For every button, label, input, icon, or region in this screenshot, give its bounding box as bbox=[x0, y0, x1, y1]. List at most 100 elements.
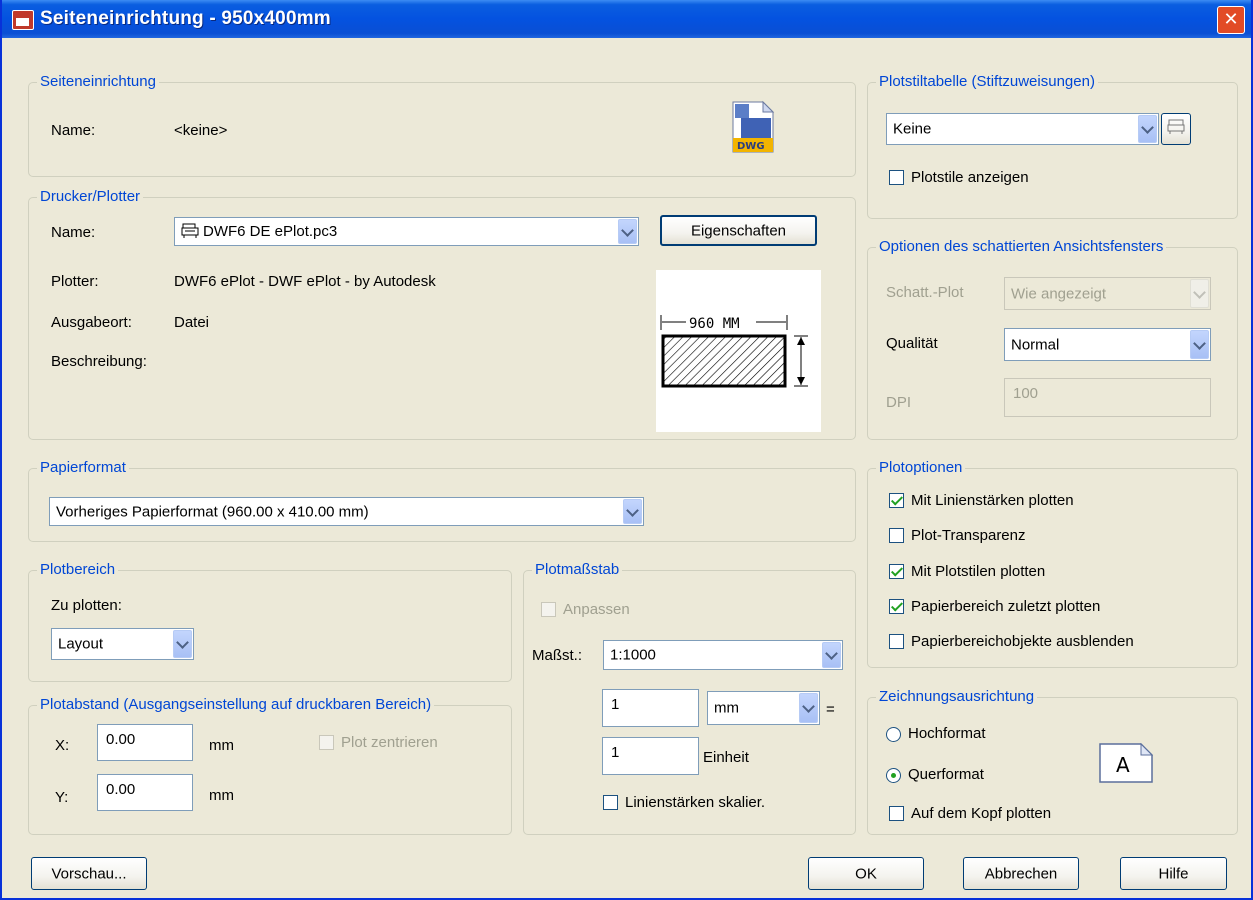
upside-down-label: Auf dem Kopf plotten bbox=[911, 805, 1052, 822]
paper-size-select[interactable]: Vorheriges Papierformat (960.00 x 410.00… bbox=[49, 497, 644, 526]
unit-label: Einheit bbox=[703, 749, 749, 766]
plotter-label: Plotter: bbox=[51, 273, 99, 290]
upside-down-checkbox[interactable] bbox=[889, 806, 904, 821]
close-button[interactable]: ✕ bbox=[1217, 6, 1245, 34]
group-plotbereich: Plotbereich Zu plotten: Layout bbox=[28, 561, 512, 682]
plot-with-plotstyles-checkbox[interactable] bbox=[889, 564, 904, 579]
show-plotstyles-checkbox[interactable] bbox=[889, 170, 904, 185]
offset-x-value: 0.00 bbox=[106, 731, 136, 748]
scale-label: Maßst.: bbox=[532, 647, 583, 664]
shade-plot-value: Wie angezeigt bbox=[1011, 285, 1107, 302]
quality-select[interactable]: Normal bbox=[1004, 328, 1211, 361]
printer-select[interactable]: DWF6 DE ePlot.pc3 bbox=[174, 217, 639, 246]
plot-transparency-checkbox[interactable] bbox=[889, 528, 904, 543]
shade-plot-select[interactable]: Wie angezeigt bbox=[1004, 277, 1211, 310]
plotstyle-table-value: Keine bbox=[893, 120, 932, 138]
close-icon: ✕ bbox=[1223, 9, 1239, 30]
scale-select[interactable]: 1:1000 bbox=[603, 640, 843, 670]
group-plotmassstab: Plotmaßstab Anpassen Maßst.: 1:1000 1 mm… bbox=[523, 561, 856, 835]
scale-denominator-input[interactable]: 1 bbox=[602, 737, 699, 775]
landscape-label: Querformat bbox=[908, 766, 984, 783]
chevron-down-icon[interactable] bbox=[1138, 115, 1157, 143]
legend-papierformat: Papierformat bbox=[37, 459, 129, 476]
offset-y-label: Y: bbox=[55, 789, 69, 806]
cancel-button-label: Abbrechen bbox=[984, 865, 1058, 882]
show-plotstyles-label: Plotstile anzeigen bbox=[911, 169, 1029, 186]
group-plotstiltabelle: Plotstiltabelle (Stiftzuweisungen) Keine… bbox=[867, 73, 1238, 219]
group-papierformat: Papierformat Vorheriges Papierformat (96… bbox=[28, 459, 856, 542]
ausgabeort-label: Ausgabeort: bbox=[51, 314, 132, 331]
portrait-radio[interactable] bbox=[886, 727, 901, 742]
offset-x-input[interactable]: 0.00 bbox=[97, 724, 193, 761]
plotter-icon bbox=[181, 223, 199, 243]
plot-lineweights-label: Mit Linienstärken plotten bbox=[911, 492, 1074, 509]
group-drucker-plotter: Drucker/Plotter Name: DWF6 DE ePlot.pc3 … bbox=[28, 188, 856, 440]
edit-plotstyle-button[interactable] bbox=[1161, 113, 1191, 145]
quality-value: Normal bbox=[1011, 336, 1060, 353]
center-plot-checkbox[interactable] bbox=[319, 735, 334, 750]
plot-with-plotstyles-label: Mit Plotstilen plotten bbox=[911, 563, 1046, 580]
group-schattiert: Optionen des schattierten Ansichtsfenste… bbox=[867, 238, 1238, 440]
title-bar[interactable]: Seiteneinrichtung - 950x400mm ✕ bbox=[2, 0, 1251, 38]
plot-transparency-label: Plot-Transparenz bbox=[911, 527, 1026, 544]
plot-area-select[interactable]: Layout bbox=[51, 628, 194, 660]
scale-unit-select[interactable]: mm bbox=[707, 691, 820, 725]
offset-y-unit: mm bbox=[209, 787, 234, 804]
plotstyle-edit-icon bbox=[1162, 118, 1190, 140]
zu-plotten-label: Zu plotten: bbox=[51, 597, 122, 614]
plot-lineweights-checkbox[interactable] bbox=[889, 493, 904, 508]
hide-paperspace-objects-checkbox[interactable] bbox=[889, 634, 904, 649]
legend-schattiert: Optionen des schattierten Ansichtsfenste… bbox=[876, 238, 1167, 255]
plot-paperspace-last-label: Papierbereich zuletzt plotten bbox=[911, 598, 1101, 615]
plot-paperspace-last-checkbox[interactable] bbox=[889, 599, 904, 614]
fit-to-paper-label: Anpassen bbox=[563, 601, 630, 618]
chevron-down-icon[interactable] bbox=[173, 630, 192, 658]
help-button-label: Hilfe bbox=[1158, 865, 1189, 882]
scale-unit-value: mm bbox=[714, 699, 739, 717]
ok-button[interactable]: OK bbox=[808, 857, 924, 890]
quality-label: Qualität bbox=[886, 335, 938, 352]
scale-lineweights-checkbox[interactable] bbox=[603, 795, 618, 810]
scale-numerator-value: 1 bbox=[611, 696, 620, 713]
scale-denominator-value: 1 bbox=[611, 744, 620, 761]
group-plotoptionen: Plotoptionen Mit Linienstärken plotten P… bbox=[867, 459, 1238, 668]
paper-size-value: Vorheriges Papierformat (960.00 x 410.00… bbox=[56, 503, 369, 520]
window-title: Seiteneinrichtung - 950x400mm bbox=[40, 8, 331, 29]
dwg-icon-text: DWG bbox=[737, 141, 765, 152]
preview-button[interactable]: Vorschau... bbox=[31, 857, 147, 890]
cancel-button[interactable]: Abbrechen bbox=[963, 857, 1079, 890]
beschreibung-label: Beschreibung: bbox=[51, 353, 147, 370]
app-icon bbox=[12, 10, 34, 30]
chevron-down-icon[interactable] bbox=[618, 219, 637, 244]
ausgabeort-value: Datei bbox=[174, 314, 210, 331]
hide-paperspace-objects-label: Papierbereichobjekte ausblenden bbox=[911, 633, 1134, 650]
orientation-letter: A bbox=[1116, 753, 1130, 777]
dpi-label: DPI bbox=[886, 394, 912, 411]
chevron-down-icon[interactable] bbox=[623, 499, 642, 524]
preview-button-label: Vorschau... bbox=[51, 865, 127, 882]
fit-to-paper-checkbox[interactable] bbox=[541, 602, 556, 617]
plot-area-value: Layout bbox=[58, 635, 104, 653]
printer-name-label: Name: bbox=[51, 224, 96, 241]
offset-y-input[interactable]: 0.00 bbox=[97, 774, 193, 811]
dpi-input[interactable]: 100 bbox=[1004, 378, 1211, 417]
plotstyle-table-select[interactable]: Keine bbox=[886, 113, 1159, 145]
legend-plotstiltabelle: Plotstiltabelle (Stiftzuweisungen) bbox=[876, 73, 1098, 90]
group-seiteneinrichtung: Seiteneinrichtung Name: <keine> DWG bbox=[28, 73, 856, 177]
ok-button-label: OK bbox=[855, 865, 877, 882]
page-setup-dialog: Seiteneinrichtung - 950x400mm ✕ Seitenei… bbox=[0, 0, 1253, 900]
chevron-down-icon[interactable] bbox=[822, 642, 841, 668]
group-zeichnungsausrichtung: Zeichnungsausrichtung Hochformat Querfor… bbox=[867, 688, 1238, 835]
dpi-value: 100 bbox=[1013, 385, 1039, 402]
properties-button[interactable]: Eigenschaften bbox=[660, 215, 817, 246]
help-button[interactable]: Hilfe bbox=[1120, 857, 1227, 890]
preview-dimension-label: 960 MM bbox=[689, 316, 740, 332]
scale-lineweights-label: Linienstärken skalier. bbox=[625, 794, 766, 811]
offset-x-label: X: bbox=[55, 737, 70, 754]
landscape-radio[interactable] bbox=[886, 768, 901, 783]
chevron-down-icon[interactable] bbox=[1190, 279, 1209, 308]
scale-numerator-input[interactable]: 1 bbox=[602, 689, 699, 727]
chevron-down-icon[interactable] bbox=[1190, 330, 1209, 359]
setup-name-label: Name: bbox=[51, 122, 96, 139]
chevron-down-icon[interactable] bbox=[799, 693, 818, 723]
